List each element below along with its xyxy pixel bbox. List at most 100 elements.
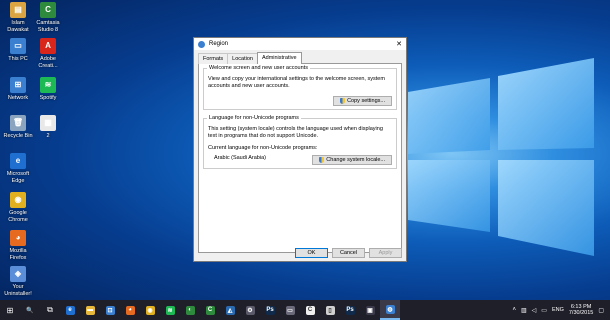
system-tray: ˄ ▥ ◁ ▭ ENG 6:13 PM 7/30/2015 ▢ [512,304,610,317]
desktop-icon[interactable]: ▦ 2 [30,115,66,140]
uac-shield-icon [340,98,346,104]
windows-logo-wallpaper [408,58,594,256]
administrative-panel: Welcome screen and new user accounts Vie… [198,63,402,253]
taskbar-region[interactable]: ◍ [380,300,400,320]
region-icon: ◍ [385,304,395,314]
notification-icon[interactable]: ▭ [541,307,547,314]
desktop-app-icon: ◈ [10,266,26,282]
copy-settings-label: Copy settings... [347,98,385,104]
desktop-icon-label: Mozilla Firefox [9,248,27,261]
desktop-icon-label: Spotify [39,95,57,101]
search-icon: 🔍 [26,307,34,314]
desktop-app-icon: ▭ [10,38,26,54]
dialog-titlebar[interactable]: Region ✕ [194,38,406,50]
uac-shield-icon [319,157,325,163]
task-view-button[interactable]: ⧉ [40,300,60,320]
photoshop-icon: Ps [265,305,275,315]
tab-formats[interactable]: Formats [198,53,229,64]
file-explorer-icon: ▬ [85,305,95,315]
firefox-icon: ◕ [125,305,135,315]
app-blue-icon: ◭ [225,305,235,315]
desktop-icon[interactable]: A Adobe Creati... [30,38,66,69]
edge-icon: e [65,305,75,315]
search-button[interactable]: 🔍 [20,300,40,320]
welcome-group-title: Welcome screen and new user accounts [207,65,310,71]
desktop-app-icon: ▦ [40,115,56,131]
desktop-icon-label: Adobe Creati... [38,56,58,69]
task-view-icon: ⧉ [47,305,53,314]
desktop-icon[interactable]: C Camtasia Studio 8 [30,2,66,33]
taskbar-file-explorer[interactable]: ▬ [80,300,100,320]
taskbar-app-blue[interactable]: ◭ [220,300,240,320]
clock[interactable]: 6:13 PM 7/30/2015 [569,304,593,317]
camtasia-recorder-icon: C [305,305,315,315]
photoshop-2-icon: Ps [345,305,355,315]
ok-button[interactable]: OK [295,248,328,258]
dialog-title: Region [209,41,229,47]
app-light-icon: ▯ [325,305,335,315]
tab-location[interactable]: Location [227,53,258,64]
non-unicode-group-title: Language for non-Unicode programs [207,115,301,121]
settings-icon: ⚙ [245,305,255,315]
action-center-icon[interactable]: ▢ [598,307,604,314]
taskbar-app-light[interactable]: ▯ [320,300,340,320]
network-icon[interactable]: ▥ [521,307,527,314]
taskbar-camtasia[interactable]: C [200,300,220,320]
copy-settings-button[interactable]: Copy settings... [333,96,392,106]
apply-button[interactable]: Apply [369,248,402,258]
chrome-icon: ◉ [145,305,155,315]
welcome-group-description: View and copy your international setting… [208,76,385,89]
desktop-icon-label: 2 [46,133,50,139]
taskbar-photoshop[interactable]: Ps [260,300,280,320]
language-indicator[interactable]: ENG [552,307,564,313]
cancel-button[interactable]: Cancel [332,248,365,258]
clock-date: 7/30/2015 [568,310,594,316]
taskbar-spotify[interactable]: ≋ [160,300,180,320]
taskbar-photoshop-2[interactable]: Ps [340,300,360,320]
taskbar-settings[interactable]: ⚙ [240,300,260,320]
taskbar-app-gray[interactable]: ▭ [280,300,300,320]
tab-strip: Formats Location Administrative [198,52,402,64]
camtasia-icon: C [205,305,215,315]
desktop-app-icon: A [40,38,56,54]
current-language-label: Current language for non-Unicode program… [208,145,318,151]
desktop-icon-label: Your Uninstaller! [4,284,32,297]
app-green-icon: ◐ [185,305,195,315]
taskbar-chrome[interactable]: ◉ [140,300,160,320]
globe-icon [198,40,205,48]
close-icon[interactable]: ✕ [392,40,406,48]
taskbar-app-green[interactable]: ◐ [180,300,200,320]
desktop-icon[interactable]: ◈ Your Uninstaller! [0,266,36,297]
desktop-icon[interactable]: e Microsoft Edge [0,153,36,184]
desktop-app-icon: 🗑 [10,115,26,131]
taskbar-firefox[interactable]: ◕ [120,300,140,320]
desktop-app-icon: C [40,2,56,18]
taskbar-edge[interactable]: e [60,300,80,320]
desktop-icon[interactable]: ≋ Spotify [30,77,66,102]
spotify-icon: ≋ [165,305,175,315]
change-locale-label: Change system locale... [326,157,385,163]
taskbar-app-dark[interactable]: ▣ [360,300,380,320]
taskbar: ⊞ 🔍 ⧉ e ▬ ⊡ ◕ ◉ ≋ ◐ C ◭ ⚙ Ps ▭ C ▯ Ps ▣ ◍ ˄ ▥ ◁ ▭ ENG 6:… [0,300,610,320]
change-system-locale-button[interactable]: Change system locale... [312,155,392,165]
taskbar-camtasia-recorder[interactable]: C [300,300,320,320]
non-unicode-description: This setting (system locale) controls th… [208,126,383,139]
chevron-up-icon[interactable]: ˄ [512,307,516,313]
start-button[interactable]: ⊞ [0,300,20,320]
desktop-icon[interactable]: ◕ Mozilla Firefox [0,230,36,261]
desktop-app-icon: ◕ [10,230,26,246]
taskbar-apps: e ▬ ⊡ ◕ ◉ ≋ ◐ C ◭ ⚙ Ps ▭ C ▯ Ps ▣ ◍ [60,300,400,320]
windows-start-icon: ⊞ [6,305,14,315]
desktop-icon-label: Camtasia Studio 8 [36,20,60,33]
volume-icon[interactable]: ◁ [532,307,537,314]
app-gray-icon: ▭ [285,305,295,315]
welcome-screen-group: Welcome screen and new user accounts Vie… [203,65,397,110]
desktop-app-icon: ▤ [10,2,26,18]
desktop-icon[interactable]: ◉ Google Chrome [0,192,36,223]
store-icon: ⊡ [105,305,115,315]
taskbar-store[interactable]: ⊡ [100,300,120,320]
desktop-icon-label: Google Chrome [8,210,28,223]
tab-administrative[interactable]: Administrative [256,52,302,64]
desktop-icon-label: Microsoft Edge [6,171,30,184]
desktop-app-icon: e [10,153,26,169]
